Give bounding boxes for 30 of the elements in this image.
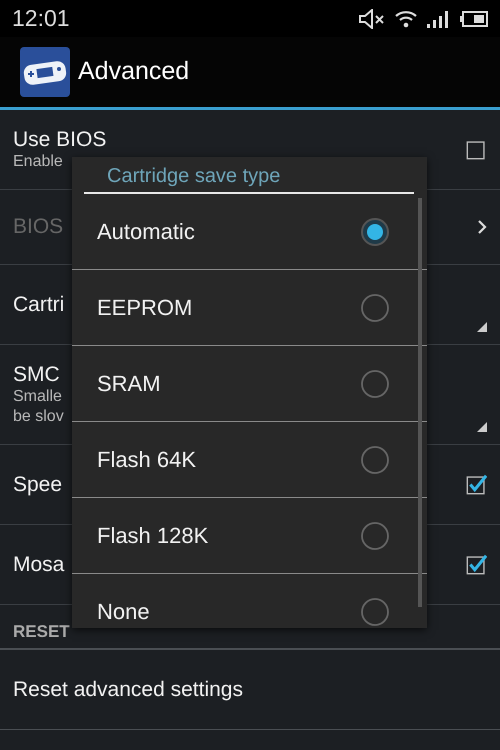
- dropdown-corner-icon: [477, 422, 487, 432]
- setting-summary: be slov: [13, 407, 64, 428]
- setting-summary: Smalle: [13, 387, 63, 408]
- checkbox[interactable]: [466, 139, 487, 160]
- chevron-icon: [477, 220, 487, 234]
- radio-button[interactable]: [360, 444, 390, 474]
- setting-title[interactable]: Spee: [13, 472, 62, 498]
- setting-title[interactable]: Use BIOS: [13, 126, 106, 152]
- wifi-icon: [394, 8, 418, 28]
- setting-title[interactable]: Cartri: [13, 292, 64, 318]
- radio-button[interactable]: [360, 520, 390, 550]
- status-time: 12:01: [12, 4, 70, 34]
- checkbox[interactable]: [466, 554, 487, 575]
- mute-icon: [358, 8, 386, 28]
- setting-title[interactable]: SMC: [13, 362, 64, 388]
- radio-button[interactable]: [360, 292, 390, 322]
- screen-title: Advanced: [78, 56, 190, 88]
- section-header: RESET: [13, 620, 70, 642]
- setting-summary: Enable: [13, 152, 64, 172]
- setting-title[interactable]: Reset advanced settings: [13, 676, 243, 702]
- radio-button[interactable]: [360, 368, 390, 398]
- setting-title[interactable]: Mosa: [13, 552, 64, 578]
- checkbox[interactable]: [466, 474, 487, 495]
- radio-button[interactable]: [360, 596, 390, 626]
- dialog-title: Cartridge save type: [106, 164, 282, 189]
- dropdown-corner-icon: [477, 322, 487, 332]
- app-icon: [20, 47, 70, 97]
- battery-icon: [460, 10, 488, 26]
- radio-button[interactable]: [360, 216, 390, 246]
- setting-title: BIOS: [13, 214, 64, 240]
